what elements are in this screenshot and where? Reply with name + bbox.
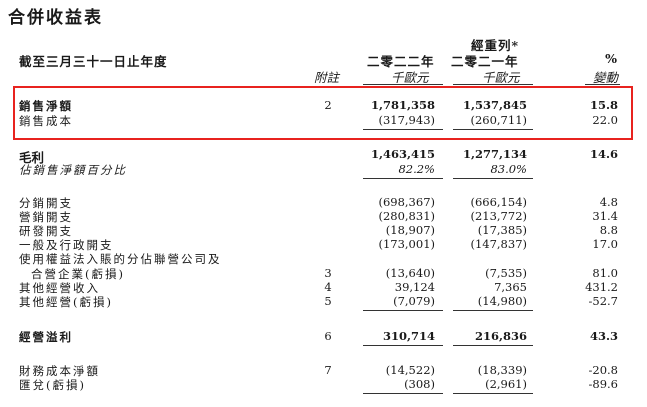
row-label: 使用權益法入賬的分佔聯營公司及 — [19, 252, 222, 266]
row-value-2021: (147,837) — [470, 237, 527, 251]
row-value-2022: (698,367) — [378, 195, 435, 209]
row-label: 銷售成本 — [19, 114, 73, 128]
row-note: 4 — [324, 280, 332, 294]
row-value-2021: 1,277,134 — [462, 147, 527, 161]
row-note: 2 — [324, 98, 332, 112]
row-value-2021: (18,339) — [477, 363, 527, 377]
row-value-2022: (173,001) — [378, 237, 435, 251]
row-value-2021: (14,980) — [477, 294, 527, 308]
row-note: 5 — [324, 294, 332, 308]
row-note: 3 — [324, 266, 332, 280]
row-label: 其他經營(虧損) — [19, 295, 113, 309]
row-change: 81.0 — [592, 266, 618, 280]
col-change-symbol: % — [605, 51, 618, 66]
row-value-2021: (7,535) — [485, 266, 527, 280]
highlight-box — [13, 86, 633, 140]
row-value-2022: 39,124 — [394, 280, 435, 294]
row-value-2021: (260,711) — [470, 113, 527, 127]
row-value-2021: 7,365 — [494, 280, 527, 294]
row-value-2022: (7,079) — [393, 294, 435, 308]
row-change: 31.4 — [592, 209, 618, 223]
row-label: 銷售淨額 — [19, 99, 73, 113]
note-header: 附註 — [314, 70, 340, 85]
row-value-2022: (13,640) — [385, 266, 435, 280]
row-note: 6 — [324, 329, 332, 343]
row-change: 22.0 — [592, 113, 618, 127]
row-change: 4.8 — [599, 195, 618, 209]
row-value-2022: 82.2% — [398, 162, 435, 176]
row-value-2022: 310,714 — [382, 329, 435, 343]
row-value-2021: 216,836 — [474, 329, 527, 343]
row-value-2021: (2,961) — [485, 377, 527, 391]
row-change: 8.8 — [599, 223, 618, 237]
row-change: -52.7 — [588, 294, 619, 308]
row-value-2022: (14,522) — [385, 363, 435, 377]
row-value-2021: 1,537,845 — [462, 98, 527, 112]
row-value-2022: 1,463,415 — [370, 147, 435, 161]
row-note: 7 — [324, 363, 332, 377]
row-change: 431.2 — [585, 280, 618, 294]
row-value-2021: (17,385) — [477, 223, 527, 237]
row-value-2021: 83.0% — [490, 162, 527, 176]
row-value-2022: (317,943) — [378, 113, 435, 127]
row-change: 15.8 — [589, 98, 618, 112]
row-value-2022: (280,831) — [378, 209, 435, 223]
row-value-2022: (18,907) — [385, 223, 435, 237]
row-label: 匯兌(虧損) — [19, 378, 86, 392]
page-title: 合併收益表 — [8, 8, 103, 28]
row-label: 佔銷售淨額百分比 — [19, 163, 127, 177]
row-value-2022: 1,781,358 — [370, 98, 435, 112]
row-change: 14.6 — [589, 147, 618, 161]
row-change: -20.8 — [588, 363, 619, 377]
row-value-2021: (666,154) — [470, 195, 527, 209]
row-value-2021: (213,772) — [470, 209, 527, 223]
row-value-2022: (308) — [404, 377, 435, 391]
row-change: 43.3 — [589, 329, 618, 343]
row-label: 經營溢利 — [19, 330, 73, 344]
year-ended-label: 截至三月三十一日止年度 — [19, 54, 168, 69]
row-change: 17.0 — [592, 237, 618, 251]
row-change: -89.6 — [588, 377, 619, 391]
